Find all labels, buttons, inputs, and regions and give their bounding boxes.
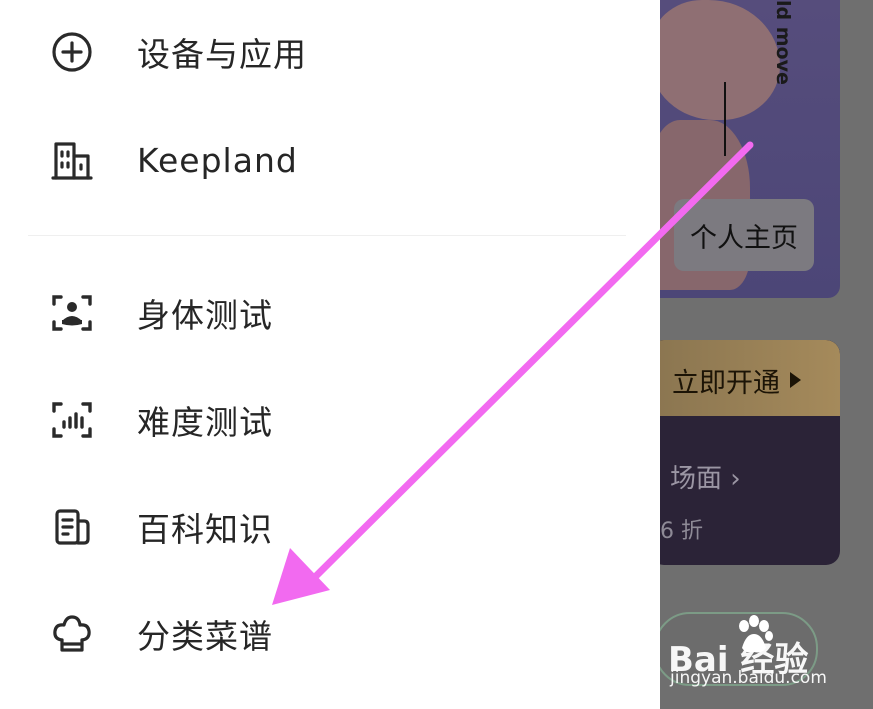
menu-item-encyclopedia[interactable]: 百科知识 — [0, 487, 660, 567]
menu-item-recipes[interactable]: 分类菜谱 — [0, 594, 660, 674]
menu-item-label: 百科知识 — [137, 510, 273, 549]
menu-item-label: 难度测试 — [137, 403, 273, 442]
hero-card: ld move 个人主页 — [660, 0, 840, 298]
menu-item-label: Keepland — [137, 140, 298, 180]
plus-circle-icon — [50, 30, 94, 74]
menu-item-body-test[interactable]: 身体测试 — [0, 273, 660, 353]
play-triangle-icon — [790, 372, 801, 388]
chef-hat-icon — [50, 612, 94, 656]
menu-item-label: 设备与应用 — [137, 35, 307, 74]
menu-item-difficulty-test[interactable]: 难度测试 — [0, 380, 660, 460]
menu-divider — [28, 235, 626, 236]
hero-divider-line — [724, 82, 726, 156]
menu-item-label: 分类菜谱 — [137, 617, 273, 656]
open-now-label: 立即开通 — [672, 367, 780, 399]
baidu-watermark: Bai 经验 jingyan.baidu.com — [668, 612, 868, 702]
scene-link[interactable]: 场面 › — [670, 458, 741, 495]
difficulty-scan-icon — [50, 398, 94, 442]
encyclopedia-icon — [50, 505, 94, 549]
menu-item-devices-apps[interactable]: 设备与应用 — [0, 12, 660, 92]
dimmed-backdrop[interactable]: ld move 个人主页 立即开通 场面 › 6 折 — [660, 0, 873, 709]
discount-text: 6 折 — [660, 519, 703, 544]
body-scan-icon — [50, 291, 94, 335]
menu-item-label: 身体测试 — [137, 296, 273, 335]
hero-figure — [660, 0, 780, 120]
building-icon — [50, 138, 94, 182]
menu-item-keepland[interactable]: Keepland — [0, 120, 660, 200]
profile-button[interactable]: 个人主页 — [674, 199, 814, 271]
open-now-button[interactable]: 立即开通 — [672, 360, 801, 400]
hero-text: ld move — [772, 0, 794, 85]
vip-banner: 立即开通 — [660, 340, 840, 416]
side-drawer: 设备与应用 Keepland 身体测试 难度测试 百科知识 分类菜谱 — [0, 0, 660, 709]
watermark-url: jingyan.baidu.com — [670, 668, 827, 688]
